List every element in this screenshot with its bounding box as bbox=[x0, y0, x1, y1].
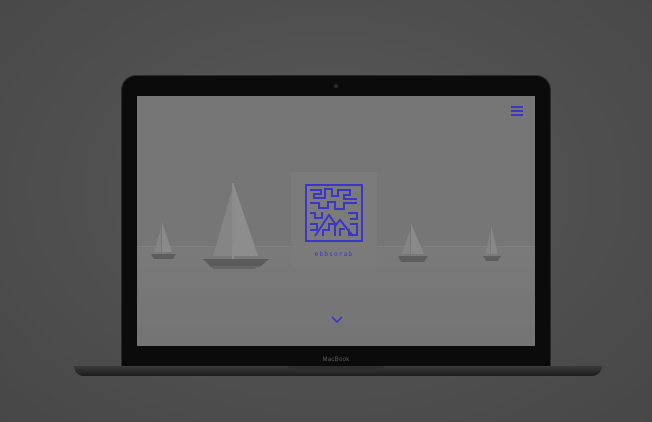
sailboat-large-left bbox=[203, 183, 269, 269]
maze-mountain-logo-icon bbox=[305, 184, 363, 242]
brand-logo-card[interactable]: ebbsorab bbox=[291, 172, 377, 268]
scroll-down-button[interactable] bbox=[331, 315, 343, 325]
hamburger-menu-icon bbox=[511, 106, 523, 108]
sailboat-right bbox=[398, 223, 428, 262]
brand-wordmark: ebbsorab bbox=[314, 251, 354, 258]
camera-dot bbox=[334, 84, 338, 88]
chevron-down-icon bbox=[331, 316, 343, 324]
sailboat-far-right bbox=[483, 226, 501, 261]
laptop-base-notch bbox=[288, 366, 384, 370]
sailboat-far-left bbox=[151, 222, 176, 259]
laptop-screen: ebbsorab bbox=[137, 96, 535, 346]
menu-button[interactable] bbox=[511, 106, 523, 116]
device-label: MacBook bbox=[322, 357, 350, 363]
